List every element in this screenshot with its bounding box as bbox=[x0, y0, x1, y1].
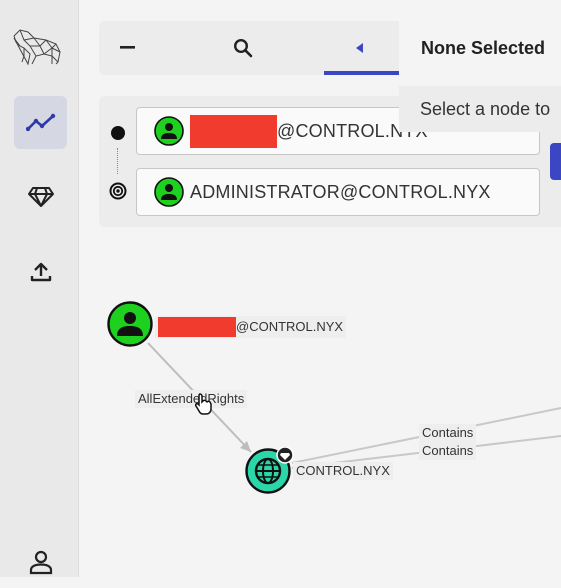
edge-label: Contains bbox=[419, 442, 477, 460]
tab-search[interactable] bbox=[214, 21, 272, 75]
user-icon bbox=[154, 177, 184, 207]
redaction-block bbox=[190, 114, 277, 148]
user-node-icon bbox=[107, 301, 153, 347]
start-node-dot-icon bbox=[111, 126, 125, 140]
target-node-value: ADMINISTRATOR@CONTROL.NYX bbox=[190, 181, 491, 202]
node-label-domain: CONTROL.NYX bbox=[293, 462, 393, 480]
search-icon bbox=[233, 38, 253, 58]
node-info-header[interactable]: None Selected bbox=[399, 21, 561, 75]
node-label-user-suffix: @CONTROL.NYX bbox=[236, 319, 344, 334]
node-info-hint: Select a node to bbox=[420, 98, 551, 119]
hand-cursor-icon bbox=[195, 393, 212, 415]
node-label-user: @CONTROL.NYX bbox=[155, 316, 347, 338]
node-info-title: None Selected bbox=[421, 37, 546, 58]
domain-node-icon bbox=[245, 446, 294, 494]
target-icon bbox=[109, 182, 127, 200]
tab-pathfinding[interactable] bbox=[324, 21, 404, 75]
path-connector bbox=[117, 148, 119, 174]
minus-icon bbox=[120, 46, 135, 49]
user-icon bbox=[154, 116, 184, 146]
path-options-button[interactable] bbox=[550, 143, 561, 180]
graph-node-user[interactable] bbox=[107, 301, 153, 347]
redaction-block bbox=[158, 317, 236, 337]
active-tab-indicator bbox=[324, 71, 404, 75]
start-node-value: @CONTROL.NYX bbox=[190, 114, 428, 148]
target-node-input[interactable]: ADMINISTRATOR@CONTROL.NYX bbox=[136, 168, 540, 216]
node-info-body: Select a node to bbox=[399, 86, 561, 132]
edge-label: AllExtendedRights bbox=[135, 390, 248, 408]
graph-node-domain[interactable] bbox=[245, 446, 294, 495]
pathfinding-icon bbox=[356, 43, 363, 53]
collapse-button[interactable] bbox=[99, 21, 157, 75]
edge-label: Contains bbox=[419, 424, 477, 442]
